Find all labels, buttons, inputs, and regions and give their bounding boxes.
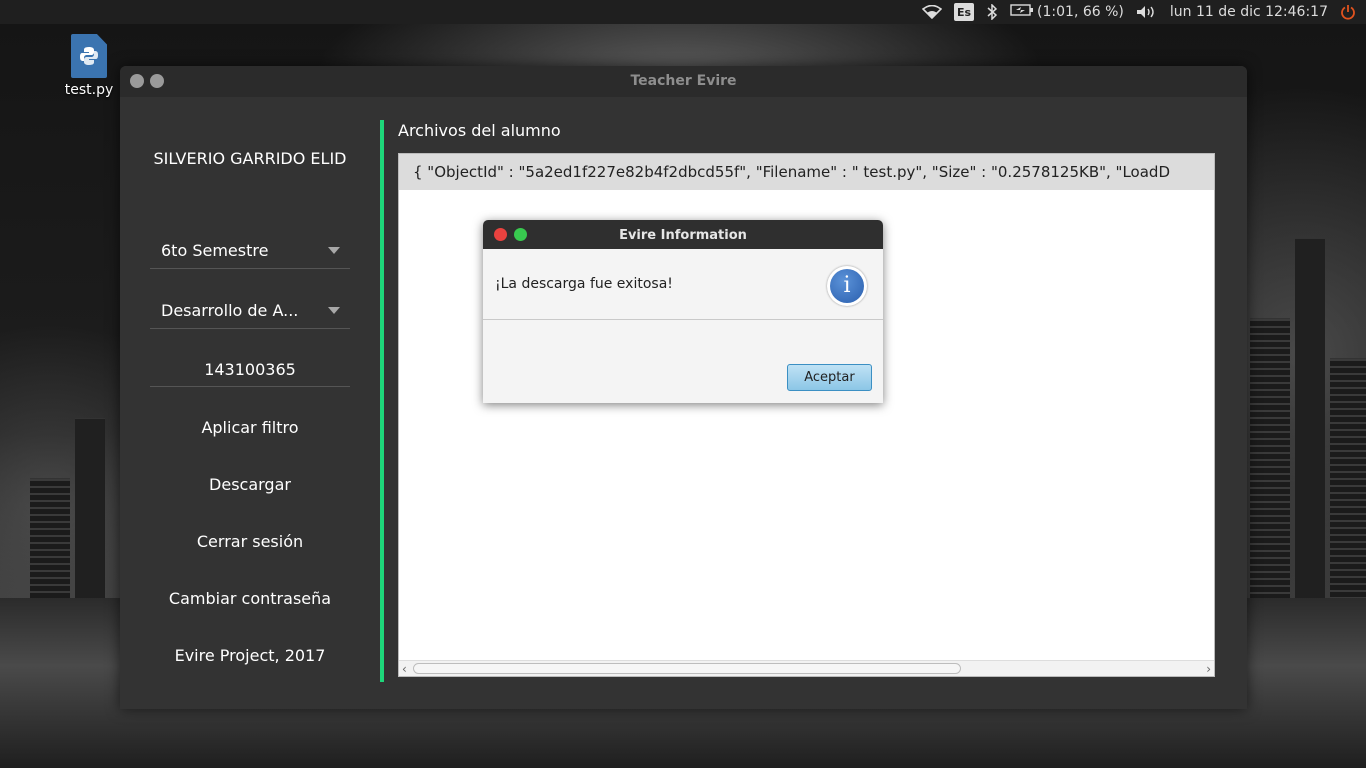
change-password-button[interactable]: Cambiar contraseña	[120, 589, 380, 608]
dialog-title: Evire Information	[619, 228, 747, 243]
footer-text: Evire Project, 2017	[174, 646, 326, 665]
bluetooth-icon[interactable]	[986, 0, 998, 24]
chevron-down-icon	[328, 247, 340, 254]
sidebar: SILVERIO GARRIDO ELID 6to Semestre Desar…	[120, 97, 380, 709]
minimize-window-button[interactable]	[150, 74, 164, 88]
clock[interactable]: lun 11 de dic 12:46:17	[1170, 0, 1328, 24]
logout-button[interactable]: Cerrar sesión	[120, 532, 380, 551]
window-titlebar[interactable]: Teacher Evire	[120, 66, 1247, 97]
apply-filter-button[interactable]: Aplicar filtro	[120, 418, 380, 437]
accent-divider	[380, 120, 384, 682]
semester-select[interactable]: 6to Semestre	[150, 233, 350, 269]
window-title: Teacher Evire	[630, 73, 737, 89]
battery-text: (1:01, 66 %)	[1037, 4, 1124, 20]
download-button[interactable]: Descargar	[120, 475, 380, 494]
dialog-separator	[483, 319, 883, 320]
close-window-button[interactable]	[130, 74, 144, 88]
battery-icon	[1010, 3, 1034, 21]
scroll-left-icon[interactable]: ‹	[402, 662, 407, 676]
horizontal-scrollbar[interactable]: ‹ ›	[399, 660, 1214, 676]
desktop-file-test-py[interactable]: test.py	[60, 34, 118, 98]
dialog-message: ¡La descarga fue exitosa!	[495, 276, 673, 292]
keyboard-layout-indicator[interactable]: Es	[954, 0, 975, 24]
scroll-right-icon[interactable]: ›	[1206, 662, 1211, 676]
chevron-down-icon	[328, 307, 340, 314]
scrollbar-thumb[interactable]	[413, 663, 961, 674]
dialog-close-button[interactable]	[494, 228, 507, 241]
student-id-field[interactable]: 143100365	[150, 353, 350, 387]
accept-button[interactable]: Aceptar	[787, 364, 872, 391]
dialog-maximize-button[interactable]	[514, 228, 527, 241]
subject-select[interactable]: Desarrollo de A...	[150, 293, 350, 329]
wifi-icon[interactable]	[922, 0, 943, 24]
user-name: SILVERIO GARRIDO ELID	[153, 149, 347, 168]
top-panel: Es (1:01, 66 %) lun 11 de dic 12:46:17	[0, 0, 1366, 24]
battery-indicator[interactable]: (1:01, 66 %)	[1010, 0, 1124, 24]
power-icon[interactable]	[1340, 0, 1356, 24]
subject-select-value: Desarrollo de A...	[161, 301, 299, 320]
info-icon: i	[827, 266, 867, 306]
information-dialog: Evire Information ¡La descarga fue exito…	[483, 220, 883, 403]
content-title: Archivos del alumno	[398, 121, 561, 140]
semester-select-value: 6to Semestre	[161, 241, 269, 260]
desktop-file-label: test.py	[64, 82, 114, 98]
list-item[interactable]: { "ObjectId" : "5a2ed1f227e82b4f2dbcd55f…	[399, 154, 1214, 190]
volume-icon[interactable]	[1136, 0, 1156, 24]
dialog-titlebar[interactable]: Evire Information	[483, 220, 883, 249]
python-file-icon	[71, 34, 107, 78]
